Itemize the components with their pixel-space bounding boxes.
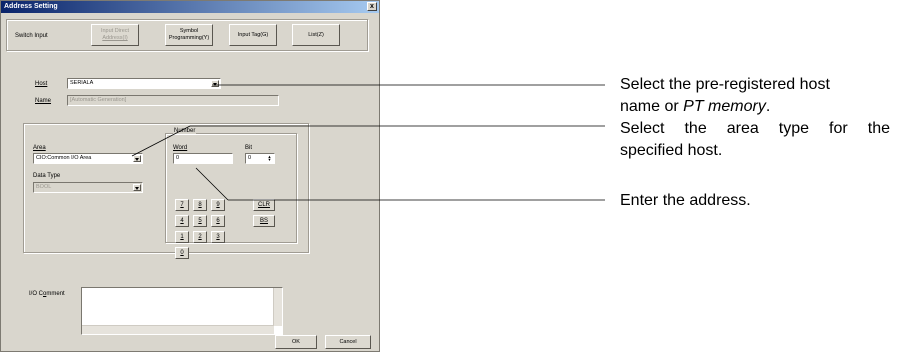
area-value: CIO:Common I/O Area [36,155,92,161]
key-1[interactable]: 1 [175,231,189,243]
area-callout-line2: specified host. [620,142,723,159]
close-button[interactable]: x [367,2,377,11]
list-label: List(Z) [308,31,324,38]
input-direct-label-1: Input Direct [100,28,130,34]
host-value: SERIALA [70,80,94,86]
host-callout-line2: name or PT memory. [620,96,830,118]
name-value: [Automatic Generation] [70,97,127,103]
area-label: Area [33,145,46,151]
key-8[interactable]: 8 [193,199,207,211]
area-select[interactable]: CIO:Common I/O Area [33,153,143,164]
title-bar: Address Setting x [1,1,379,13]
chevron-down-icon[interactable] [133,155,141,162]
chevron-down-icon [133,184,141,191]
key-5[interactable]: 5 [193,215,207,227]
input-direct-label-2: Address(I) [102,35,128,41]
symbol-programming-button[interactable]: Symbol Programming(Y) [165,24,213,46]
data-type-select: BOOL [33,182,143,193]
number-label: Number [173,128,197,134]
key-3[interactable]: 3 [211,231,225,243]
address-setting-dialog: Address Setting x Switch Input Input Dir… [0,0,380,352]
address-callout: Enter the address. [620,192,751,209]
ok-button[interactable]: OK [275,335,317,349]
symbol-label-1: Symbol [179,28,199,34]
ok-label: OK [292,338,300,345]
switch-input-label: Switch Input [15,33,48,39]
input-tag-button[interactable]: Input Tag(G) [229,24,277,46]
area-callout: Select the area type for the specified h… [620,118,890,162]
name-label: Name [35,98,52,104]
host-callout: Select the pre-registered host name or P… [620,74,830,118]
input-direct-address-button[interactable]: Input Direct Address(I) [91,24,139,46]
clear-button[interactable]: CLR [253,199,275,211]
host-select[interactable]: SERIALA [67,78,221,89]
key-2[interactable]: 2 [193,231,207,243]
backspace-button[interactable]: BS [253,215,275,227]
vertical-scrollbar[interactable] [273,288,282,326]
bit-label: Bit [245,145,253,151]
host-callout-pt-memory: PT memory [683,98,766,115]
word-value: 0 [176,155,180,161]
horizontal-scrollbar[interactable] [82,325,274,334]
list-button[interactable]: List(Z) [292,24,340,46]
word-input[interactable]: 0 [173,153,233,164]
data-type-label: Data Type [33,173,61,179]
area-callout-line1: Select the area type for the [620,120,890,137]
spin-arrows-icon[interactable]: ▲ ▼ [266,155,273,162]
key-0[interactable]: 0 [175,247,189,259]
host-label: Host [35,81,48,87]
io-comment-textarea[interactable] [81,287,283,335]
key-7[interactable]: 7 [175,199,189,211]
cancel-label: Cancel [339,338,357,345]
key-9[interactable]: 9 [211,199,225,211]
input-tag-label: Input Tag(G) [237,31,269,38]
cancel-button[interactable]: Cancel [325,335,371,349]
name-field: [Automatic Generation] [67,95,279,106]
bit-value: 0 [248,155,252,161]
symbol-label-2: Programming(Y) [168,35,210,41]
data-type-value: BOOL [36,184,52,190]
word-label: Word [173,145,188,151]
io-comment-label: I/O Comment [29,291,65,297]
host-callout-text: name or [620,98,684,115]
bit-stepper[interactable]: 0 ▲ ▼ [245,153,275,164]
host-callout-period: . [765,98,771,115]
dialog-title: Address Setting [4,3,58,10]
host-callout-line1: Select the pre-registered host [620,76,830,93]
close-icon: x [370,3,374,10]
key-4[interactable]: 4 [175,215,189,227]
key-6[interactable]: 6 [211,215,225,227]
chevron-down-icon[interactable] [211,80,219,87]
